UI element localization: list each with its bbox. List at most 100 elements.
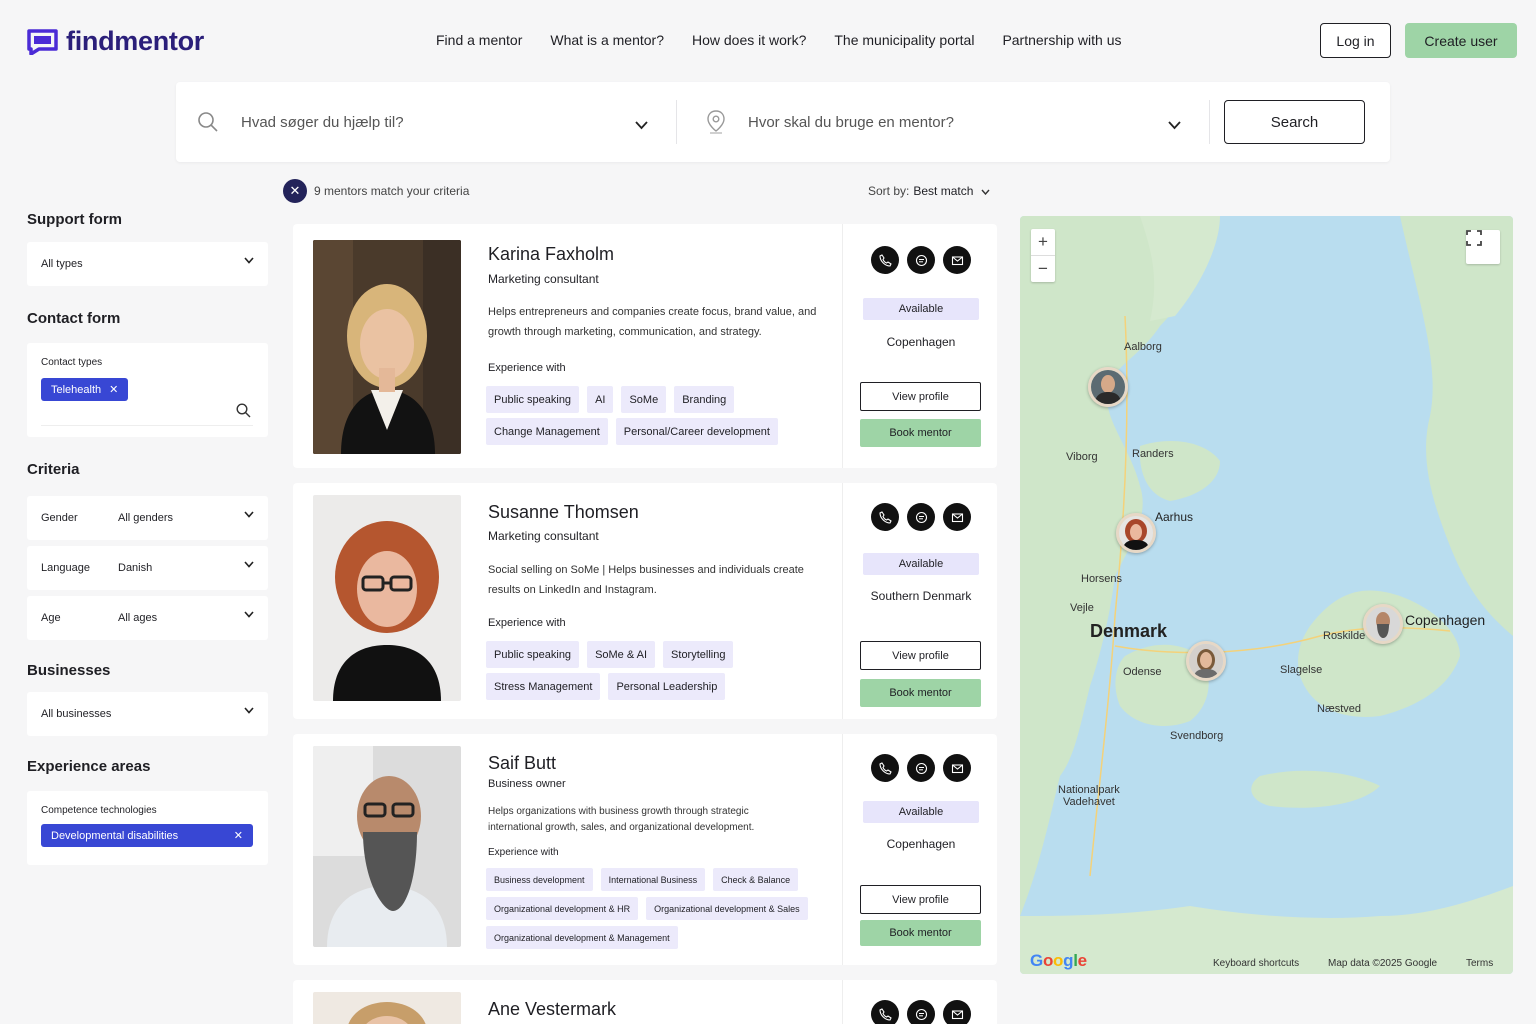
experience-tag: Stress Management: [486, 673, 601, 700]
avatar[interactable]: [313, 992, 461, 1024]
telehealth-chip[interactable]: Telehealth ✕: [41, 378, 129, 401]
view-profile-button[interactable]: View profile: [860, 641, 981, 670]
avatar[interactable]: [313, 240, 461, 454]
chevron-down-icon[interactable]: [1168, 117, 1181, 135]
gender-value: All genders: [118, 512, 174, 524]
book-mentor-button[interactable]: Book mentor: [860, 419, 981, 447]
sort-label: Sort by:: [868, 184, 910, 198]
experience-tag: Check & Balance: [713, 868, 799, 891]
phone-icon[interactable]: [871, 503, 899, 531]
support-form-select[interactable]: All types: [27, 242, 268, 286]
experience-tag: Storytelling: [663, 641, 734, 668]
age-label: Age: [41, 612, 61, 624]
tag-list: Public speaking SoMe & AI Storytelling S…: [486, 641, 826, 700]
avatar[interactable]: [313, 495, 461, 701]
zoom-control: + −: [1031, 229, 1055, 282]
map[interactable]: + − Aalborg Randers Viborg Aarhus Horsen…: [1020, 216, 1513, 974]
logo[interactable]: findmentor: [27, 26, 204, 57]
experience-tag: Personal Leadership: [608, 673, 726, 700]
experience-tag: Organizational development & HR: [486, 897, 639, 920]
experience-tag: Change Management: [486, 418, 608, 445]
book-mentor-button[interactable]: Book mentor: [860, 920, 981, 946]
topic-placeholder: Hvad søger du hjælp til?: [241, 113, 404, 131]
map-label-copenhagen: Copenhagen: [1405, 612, 1486, 628]
mail-icon[interactable]: [943, 1000, 971, 1024]
mentor-name[interactable]: Karina Faxholm: [488, 244, 614, 265]
status-badge: Available: [863, 553, 979, 575]
topic-select[interactable]: Hvad søger du hjælp til?: [241, 82, 661, 162]
view-profile-button[interactable]: View profile: [860, 382, 981, 411]
experience-areas-title: Experience areas: [27, 758, 151, 775]
mentor-map-pin[interactable]: [1186, 641, 1226, 681]
divider: [842, 734, 843, 965]
logo-icon: [27, 28, 58, 56]
book-mentor-button[interactable]: Book mentor: [860, 679, 981, 707]
nav-what-is-mentor[interactable]: What is a mentor?: [550, 32, 664, 48]
phone-icon[interactable]: [871, 246, 899, 274]
mentor-location: Southern Denmark: [870, 589, 972, 603]
mentor-map-pin[interactable]: [1088, 367, 1128, 407]
chat-icon[interactable]: [907, 1000, 935, 1024]
search-button[interactable]: Search: [1224, 100, 1365, 144]
zoom-in-icon[interactable]: +: [1031, 229, 1055, 255]
map-label-naestved: Næstved: [1317, 703, 1362, 715]
clear-filters-icon[interactable]: ✕: [283, 179, 307, 203]
divider: [842, 980, 843, 1024]
results-count: 9 mentors match your criteria: [314, 184, 470, 198]
tag-list: Public speaking AI SoMe Branding Change …: [486, 386, 826, 445]
search-icon[interactable]: [236, 403, 251, 423]
mail-icon[interactable]: [943, 246, 971, 274]
contact-icons: [871, 246, 971, 274]
gender-select[interactable]: Gender All genders: [27, 496, 268, 540]
gender-label: Gender: [41, 512, 78, 524]
remove-chip-icon[interactable]: ✕: [109, 383, 118, 396]
status-badge: Available: [863, 801, 979, 823]
phone-icon[interactable]: [871, 1000, 899, 1024]
view-profile-button[interactable]: View profile: [860, 885, 981, 914]
contact-icons: [871, 1000, 971, 1024]
nav-partnership[interactable]: Partnership with us: [1002, 32, 1121, 48]
mentor-map-pin[interactable]: [1363, 604, 1403, 644]
chat-icon[interactable]: [907, 754, 935, 782]
map-label-roskilde: Roskilde: [1323, 630, 1366, 642]
mail-icon[interactable]: [943, 754, 971, 782]
remove-chip-icon[interactable]: ✕: [234, 829, 243, 842]
mentor-description: Helps organizations with business growth…: [488, 806, 755, 833]
chat-icon[interactable]: [907, 246, 935, 274]
contact-icons: [871, 503, 971, 531]
mentor-name[interactable]: Saif Butt: [488, 753, 556, 774]
login-button[interactable]: Log in: [1320, 23, 1391, 58]
mentor-description: Helps entrepreneurs and companies create…: [488, 306, 817, 338]
location-select[interactable]: Hvor skal du bruge en mentor?: [748, 82, 1168, 162]
nav-how-it-works[interactable]: How does it work?: [692, 32, 806, 48]
mentor-location: Copenhagen: [886, 837, 956, 851]
support-form-value: All types: [41, 258, 83, 270]
age-value: All ages: [118, 612, 158, 624]
map-label-horsens: Horsens: [1081, 573, 1122, 585]
age-select[interactable]: Age All ages: [27, 596, 268, 640]
chevron-down-icon: [244, 707, 254, 714]
mentor-map-pin[interactable]: [1116, 513, 1156, 553]
mentor-name[interactable]: Ane Vestermark: [488, 999, 616, 1020]
chat-icon[interactable]: [907, 503, 935, 531]
avatar[interactable]: [313, 746, 461, 947]
location-placeholder: Hvor skal du bruge en mentor?: [748, 113, 954, 131]
experience-label: Experience with: [488, 362, 566, 374]
terms-link[interactable]: Terms: [1466, 958, 1493, 969]
zoom-out-icon[interactable]: −: [1031, 256, 1055, 282]
create-user-button[interactable]: Create user: [1405, 23, 1517, 58]
language-select[interactable]: Language Danish: [27, 546, 268, 590]
developmental-disabilities-chip[interactable]: Developmental disabilities ✕: [41, 824, 253, 847]
mentor-role: Marketing consultant: [488, 272, 599, 286]
chevron-down-icon[interactable]: [635, 117, 648, 135]
businesses-select[interactable]: All businesses: [27, 692, 268, 736]
nav-find-mentor[interactable]: Find a mentor: [436, 32, 522, 48]
mentor-name[interactable]: Susanne Thomsen: [488, 502, 639, 523]
phone-icon[interactable]: [871, 754, 899, 782]
nav-municipality-portal[interactable]: The municipality portal: [834, 32, 974, 48]
keyboard-shortcuts-link[interactable]: Keyboard shortcuts: [1213, 958, 1299, 969]
sort-select[interactable]: Sort by: Best match: [868, 184, 990, 198]
fullscreen-icon[interactable]: [1466, 230, 1500, 264]
experience-tag: Public speaking: [486, 641, 580, 668]
mail-icon[interactable]: [943, 503, 971, 531]
